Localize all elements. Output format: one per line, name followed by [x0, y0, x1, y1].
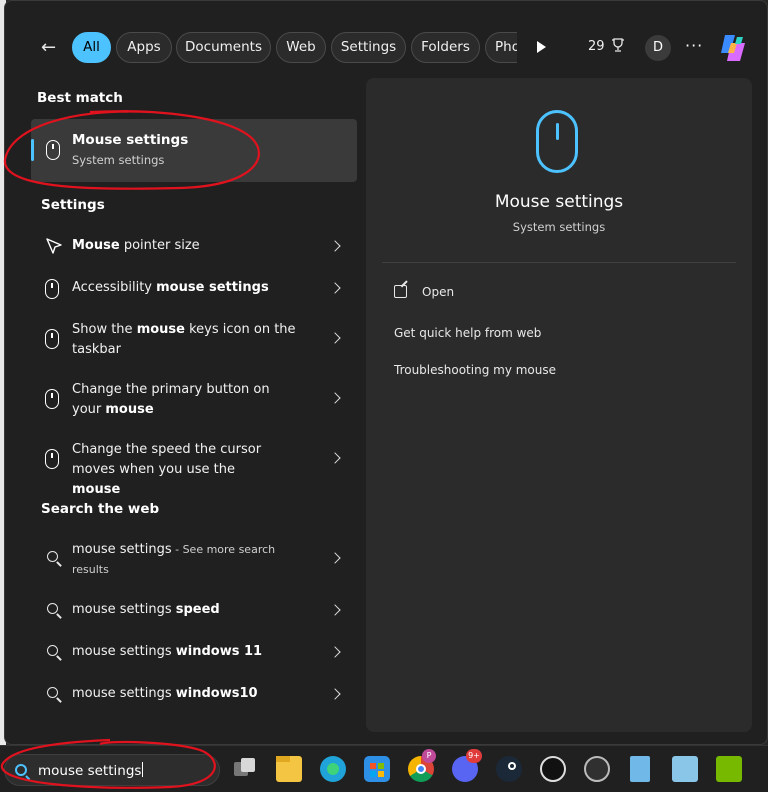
mouse-icon — [45, 279, 59, 299]
web-result-item[interactable]: mouse settings speed — [31, 593, 357, 629]
notepad-icon[interactable] — [630, 756, 650, 782]
result-label-text: Accessibility — [72, 280, 157, 295]
open-action[interactable]: Open — [422, 285, 454, 299]
mouse-icon — [45, 329, 59, 349]
search-icon — [47, 603, 58, 614]
tab-all[interactable]: All — [72, 32, 111, 63]
result-label-text: mouse settings — [72, 686, 176, 701]
selection-indicator — [31, 139, 34, 161]
settings-result-item[interactable]: Change the speed the cursor moves when y… — [31, 434, 357, 497]
filter-tab-row: ← All Apps Documents Web Settings Folder… — [5, 28, 768, 68]
search-icon — [47, 551, 58, 562]
steam-icon[interactable] — [496, 756, 522, 782]
nvidia-icon[interactable] — [716, 756, 742, 782]
pointer-size-icon — [46, 238, 62, 254]
tab-settings[interactable]: Settings — [331, 32, 406, 63]
result-label-text: pointer size — [119, 238, 200, 253]
divider — [382, 262, 736, 263]
task-view-icon[interactable] — [232, 756, 258, 782]
result-label-text: Show the — [72, 322, 137, 337]
chevron-right-icon — [329, 552, 341, 564]
chevron-right-icon — [329, 646, 341, 658]
result-label-text: mouse settings — [72, 542, 172, 557]
best-match-subtitle: System settings — [72, 153, 165, 167]
rewards-points[interactable]: 29 — [588, 38, 625, 54]
tab-documents[interactable]: Documents — [176, 32, 271, 63]
control-panel-icon[interactable] — [672, 756, 698, 782]
chevron-right-icon — [329, 282, 341, 294]
mouse-icon — [536, 110, 578, 173]
mouse-icon — [45, 449, 59, 469]
web-result-item[interactable]: mouse settings windows10 — [31, 677, 357, 713]
result-label-bold: Mouse — [72, 238, 120, 253]
chevron-right-icon — [329, 240, 341, 252]
settings-result-item[interactable]: Show the mouse keys icon on the taskbar — [31, 314, 357, 364]
troubleshooting-link[interactable]: Troubleshooting my mouse — [394, 363, 556, 377]
web-result-item[interactable]: mouse settings - See more search results — [31, 534, 357, 584]
edge-browser-icon[interactable] — [320, 756, 346, 782]
tab-photos[interactable]: Pho — [485, 32, 517, 63]
search-input[interactable]: mouse settings — [38, 763, 141, 779]
result-label-text: Change the speed the cursor moves when y… — [72, 442, 262, 477]
open-external-icon — [394, 285, 407, 298]
result-label-bold: mouse settings — [156, 280, 269, 295]
preview-title: Mouse settings — [494, 192, 624, 212]
result-label-bold: mouse — [136, 322, 185, 337]
microsoft-store-icon[interactable] — [364, 756, 390, 782]
profile-badge: P — [422, 749, 436, 763]
tab-apps[interactable]: Apps — [116, 32, 172, 63]
settings-heading: Settings — [41, 197, 105, 213]
chrome-icon[interactable]: P — [408, 749, 436, 782]
preview-pane: Mouse settings System settings Open Get … — [366, 78, 752, 732]
notification-badge: 9+ — [466, 749, 482, 763]
web-result-item[interactable]: mouse settings windows 11 — [31, 635, 357, 671]
more-options-icon[interactable]: ··· — [685, 36, 703, 55]
result-label-bold: windows10 — [175, 686, 258, 701]
text-cursor — [142, 762, 144, 777]
taskbar-search-box[interactable]: mouse settings — [4, 754, 220, 786]
quick-help-link[interactable]: Get quick help from web — [394, 326, 541, 340]
app-icon[interactable] — [540, 756, 566, 782]
chevron-right-icon — [329, 452, 341, 464]
taskbar: mouse settings P 9+ — [0, 745, 768, 792]
best-match-title: Mouse settings — [72, 132, 189, 148]
chevron-right-icon — [329, 332, 341, 344]
result-label-text: Change the primary button on your — [72, 382, 270, 417]
account-avatar[interactable]: D — [645, 35, 671, 61]
search-icon — [47, 645, 58, 656]
start-search-panel: ← All Apps Documents Web Settings Folder… — [4, 0, 768, 745]
chevron-right-icon — [329, 688, 341, 700]
tab-folders[interactable]: Folders — [411, 32, 480, 63]
best-match-heading: Best match — [37, 90, 123, 106]
best-match-result[interactable]: Mouse settings System settings — [31, 119, 357, 182]
trophy-icon — [611, 38, 624, 52]
discord-icon[interactable]: 9+ — [452, 749, 482, 782]
copilot-icon[interactable] — [717, 33, 749, 63]
result-label-bold: windows 11 — [175, 644, 263, 659]
search-icon — [47, 687, 58, 698]
chevron-right-icon — [329, 604, 341, 616]
mouse-icon — [46, 140, 60, 160]
settings-result-item[interactable]: Change the primary button on your mouse — [31, 374, 357, 424]
mouse-icon — [45, 389, 59, 409]
settings-result-item[interactable]: Accessibility mouse settings — [31, 271, 357, 307]
rewards-points-value: 29 — [588, 39, 605, 54]
preview-subtitle: System settings — [512, 220, 606, 234]
search-icon — [15, 764, 27, 776]
result-label-text: mouse settings — [72, 644, 176, 659]
file-explorer-icon[interactable] — [276, 756, 302, 782]
result-label-text: mouse settings — [72, 602, 176, 617]
chevron-right-icon — [329, 392, 341, 404]
result-label-bold: mouse — [72, 482, 121, 497]
back-arrow-icon[interactable]: ← — [41, 39, 61, 57]
scroll-tabs-right-icon[interactable] — [537, 41, 546, 53]
search-web-heading: Search the web — [41, 501, 160, 517]
result-label-bold: speed — [175, 602, 220, 617]
obs-icon[interactable] — [584, 756, 610, 782]
result-label-bold: mouse — [105, 402, 154, 417]
settings-result-item[interactable]: Mouse pointer size — [31, 229, 357, 265]
tab-web[interactable]: Web — [276, 32, 326, 63]
